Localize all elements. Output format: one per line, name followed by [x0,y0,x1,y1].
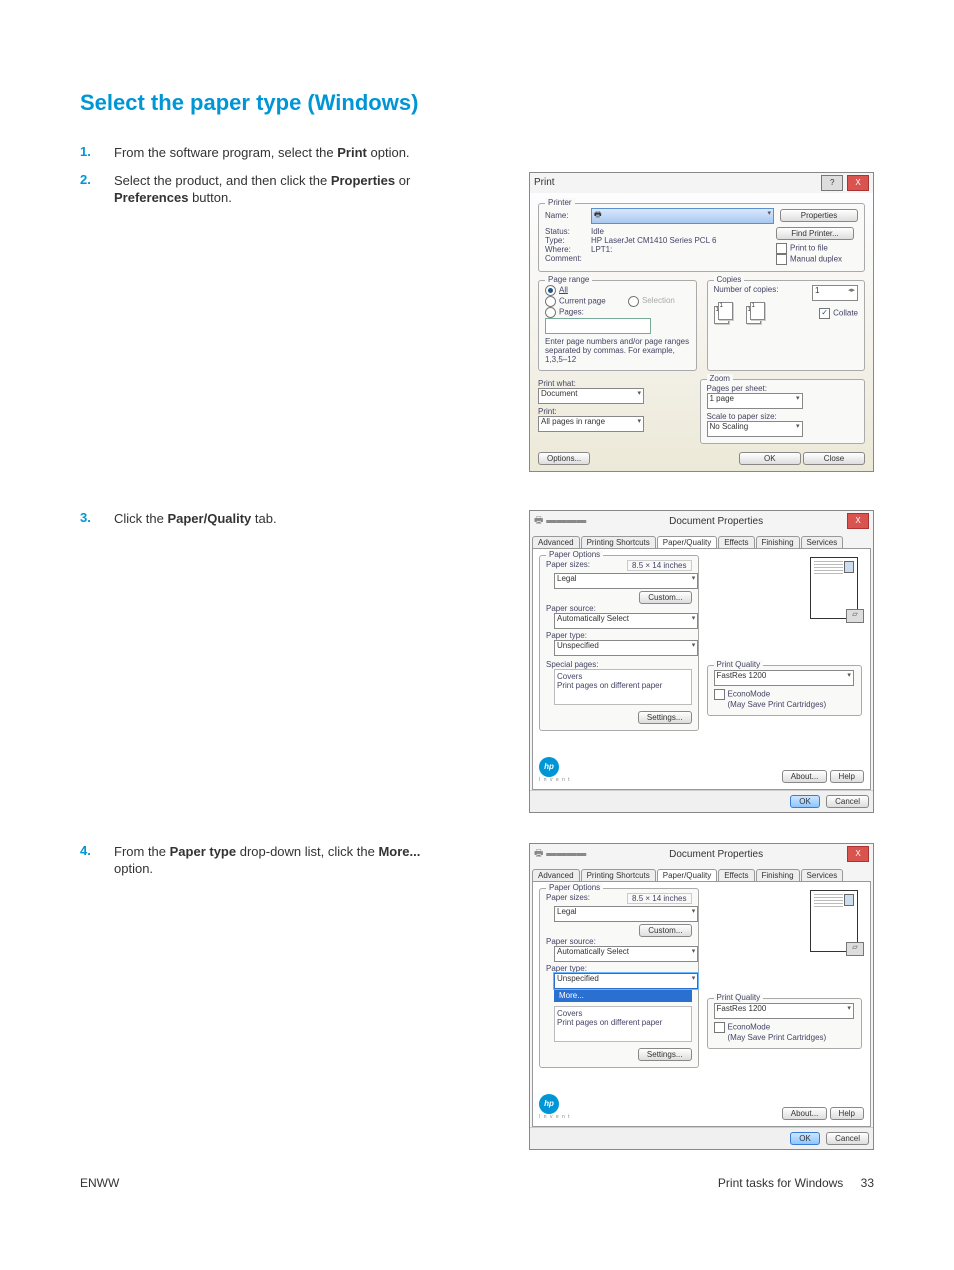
page-preview: ▱ [804,555,864,625]
footer-left: ENWW [80,1176,119,1190]
footer-section: Print tasks for Windows [718,1176,843,1190]
tab-paper-quality[interactable]: Paper/Quality [657,536,717,548]
paper-type-dropdown-open[interactable]: Unspecified [554,973,698,989]
pages-radio[interactable] [545,307,556,318]
page-heading: Select the paper type (Windows) [80,90,874,116]
ok-button[interactable]: OK [790,795,820,808]
orientation-icon: ▱ [846,609,864,623]
tab-finishing[interactable]: Finishing [756,536,800,548]
tab-services[interactable]: Services [801,536,844,548]
hp-logo-icon: hp [539,1094,559,1114]
step-text: From the software program, select the Pr… [114,144,454,162]
find-printer-button[interactable]: Find Printer... [776,227,854,240]
help-button[interactable]: Help [830,770,864,783]
paper-source-dropdown[interactable]: Automatically Select [554,613,698,629]
name-label: Name: [545,211,591,220]
selection-radio[interactable] [628,296,639,307]
step-number: 2. [80,172,114,187]
window-title: Print [534,177,555,188]
step-text: Select the product, and then click the P… [114,172,454,207]
print-quality-dropdown[interactable]: FastRes 1200 [714,670,854,686]
pages-per-sheet-dropdown[interactable]: 1 page [707,393,803,409]
step-text: Click the Paper/Quality tab. [114,510,454,528]
collate-icon: 11 [714,302,740,326]
step-text: From the Paper type drop-down list, clic… [114,843,454,878]
settings-button[interactable]: Settings... [638,711,692,724]
custom-button[interactable]: Custom... [639,591,691,604]
window-title: Document Properties [586,516,846,527]
print-dialog-screenshot: Print ? X Printer Name: 🖶 Properties [529,172,874,472]
step-number: 3. [80,510,114,525]
paper-size-dropdown[interactable]: Legal [554,573,698,589]
current-page-radio[interactable] [545,296,556,307]
collate-checkbox[interactable] [819,308,830,319]
pages-input[interactable] [545,318,651,334]
step-number: 4. [80,843,114,858]
list-item[interactable]: Covers [557,672,689,681]
manual-duplex-checkbox[interactable] [776,254,787,265]
tab-advanced[interactable]: Advanced [532,536,580,548]
cancel-button[interactable]: Cancel [826,795,869,808]
printer-group-label: Printer [545,198,575,207]
hp-logo-icon: hp [539,757,559,777]
help-icon[interactable]: ? [821,175,843,191]
more-option-item[interactable]: More... [554,989,692,1002]
tab-shortcuts[interactable]: Printing Shortcuts [581,536,656,548]
paper-type-dropdown[interactable]: Unspecified [554,640,698,656]
page-number: 33 [861,1176,874,1190]
close-icon[interactable]: X [847,846,869,862]
about-button[interactable]: About... [782,770,828,783]
close-button[interactable]: Close [803,452,865,465]
window-title: Document Properties [586,849,846,860]
properties-dialog-more-screenshot: 🖶 ▬▬▬▬ Document Properties X Advanced Pr… [529,843,874,1150]
tabs-bar: Advanced Printing Shortcuts Paper/Qualit… [532,536,871,549]
tab-effects[interactable]: Effects [718,536,754,548]
collate-icon: 11 [746,302,772,326]
print-range-dropdown[interactable]: All pages in range [538,416,644,432]
list-item[interactable]: Print pages on different paper [557,681,689,690]
ok-button[interactable]: OK [739,452,801,465]
page-footer: ENWW Print tasks for Windows 33 [80,1176,874,1190]
printer-name-dropdown[interactable]: 🖶 [591,208,774,224]
scale-dropdown[interactable]: No Scaling [707,421,803,437]
properties-dialog-screenshot: 🖶 ▬▬▬▬ Document Properties X Advanced Pr… [529,510,874,813]
print-to-file-checkbox[interactable] [776,243,787,254]
options-button[interactable]: Options... [538,452,590,465]
close-icon[interactable]: X [847,175,869,191]
close-icon[interactable]: X [847,513,869,529]
economode-checkbox[interactable] [714,689,725,700]
all-radio[interactable] [545,285,556,296]
step-number: 1. [80,144,114,159]
copies-spinner[interactable]: 1 [812,285,858,301]
properties-button[interactable]: Properties [780,209,858,222]
print-what-dropdown[interactable]: Document [538,388,644,404]
